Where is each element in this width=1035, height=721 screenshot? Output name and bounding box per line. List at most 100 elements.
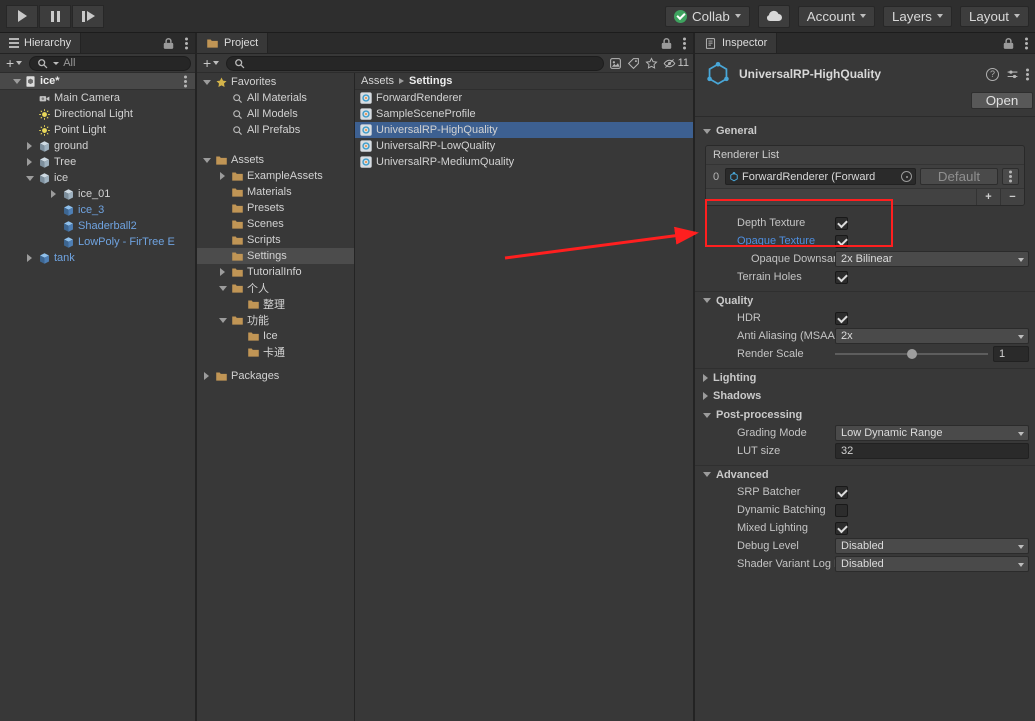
play-button[interactable] — [6, 5, 38, 28]
breadcrumb-current[interactable]: Settings — [409, 75, 452, 87]
search-by-type-icon[interactable] — [609, 57, 622, 70]
expand-arrow-icon[interactable] — [204, 372, 209, 380]
expand-arrow-icon[interactable] — [51, 190, 56, 198]
pause-button[interactable] — [39, 5, 71, 28]
section-quality[interactable]: Quality — [695, 291, 1035, 309]
element-menu-button[interactable] — [1002, 168, 1019, 185]
opaque-downsampling-dropdown[interactable]: 2x Bilinear — [835, 251, 1029, 267]
shader-variant-log-dropdown[interactable]: Disabled — [835, 556, 1029, 572]
collapse-arrow-icon[interactable] — [26, 176, 34, 181]
render-scale-value-field[interactable]: 1 — [993, 346, 1029, 362]
debug-level-dropdown[interactable]: Disabled — [835, 538, 1029, 554]
hierarchy-item-ice-3[interactable]: ice_3 — [0, 202, 195, 218]
hidden-items-counter[interactable]: 11 — [663, 57, 689, 70]
step-button[interactable] — [72, 5, 104, 28]
section-lighting[interactable]: Lighting — [695, 368, 1035, 386]
expand-arrow-icon[interactable] — [220, 172, 225, 180]
create-asset-button[interactable] — [201, 58, 221, 68]
tree-item-exampleassets[interactable]: ExampleAssets — [197, 168, 354, 184]
hierarchy-item-tree[interactable]: Tree — [0, 154, 195, 170]
expand-arrow-icon[interactable] — [220, 268, 225, 276]
tree-item-scenes[interactable]: Scenes — [197, 216, 354, 232]
hdr-checkbox[interactable] — [835, 312, 848, 325]
panel-menu-icon[interactable] — [1025, 42, 1028, 45]
tree-item-materials[interactable]: Materials — [197, 184, 354, 200]
grading-mode-dropdown[interactable]: Low Dynamic Range — [835, 425, 1029, 441]
section-shadows[interactable]: Shadows — [695, 387, 1035, 405]
expand-arrow-icon[interactable] — [27, 254, 32, 262]
saved-search-star-icon[interactable] — [645, 57, 658, 70]
lut-size-field[interactable]: 32 — [835, 443, 1029, 459]
tree-item-tutorialinfo[interactable]: TutorialInfo — [197, 264, 354, 280]
tree-item-all-models[interactable]: All Models — [197, 106, 354, 122]
presets-icon[interactable] — [1006, 68, 1019, 81]
expand-arrow-icon[interactable] — [27, 158, 32, 166]
hierarchy-search-input[interactable]: All — [29, 56, 191, 71]
layout-dropdown[interactable]: Layout — [960, 6, 1029, 27]
account-dropdown[interactable]: Account — [798, 6, 875, 27]
collapse-arrow-icon[interactable] — [219, 286, 227, 291]
scene-foldout-icon[interactable] — [13, 79, 21, 84]
section-post-processing[interactable]: Post-processing — [695, 406, 1035, 424]
tab-hierarchy[interactable]: Hierarchy — [0, 33, 81, 53]
hierarchy-item-lowpoly-firtree[interactable]: LowPoly - FirTree E — [0, 234, 195, 250]
project-search-input[interactable] — [226, 56, 603, 71]
create-object-button[interactable] — [4, 58, 24, 68]
depth-texture-checkbox[interactable] — [835, 217, 848, 230]
srp-batcher-checkbox[interactable] — [835, 486, 848, 499]
hierarchy-item-directional-light[interactable]: Directional Light — [0, 106, 195, 122]
scene-menu-icon[interactable] — [184, 80, 187, 83]
hierarchy-item-point-light[interactable]: Point Light — [0, 122, 195, 138]
collab-dropdown[interactable]: Collab — [665, 6, 750, 27]
tree-item-all-materials[interactable]: All Materials — [197, 90, 354, 106]
slider-handle[interactable] — [907, 349, 917, 359]
panel-menu-icon[interactable] — [683, 42, 686, 45]
remove-renderer-button[interactable] — [1000, 189, 1024, 205]
tab-inspector[interactable]: Inspector — [695, 33, 777, 53]
tree-item-presets[interactable]: Presets — [197, 200, 354, 216]
hierarchy-item-ice-01[interactable]: ice_01 — [0, 186, 195, 202]
add-renderer-button[interactable] — [976, 189, 1000, 205]
file-forwardrenderer[interactable]: ForwardRenderer — [355, 90, 693, 106]
lock-icon[interactable] — [162, 37, 175, 50]
anti-aliasing-dropdown[interactable]: 2x — [835, 328, 1029, 344]
search-filter-chevron-icon[interactable] — [53, 62, 59, 65]
tree-item-geren[interactable]: 个人 — [197, 280, 354, 296]
open-button[interactable]: Open — [971, 92, 1033, 109]
breadcrumb-root[interactable]: Assets — [361, 75, 394, 87]
dynamic-batching-checkbox[interactable] — [835, 504, 848, 517]
tree-item-all-prefabs[interactable]: All Prefabs — [197, 122, 354, 138]
mixed-lighting-checkbox[interactable] — [835, 522, 848, 535]
scene-header[interactable]: ice* — [0, 73, 195, 90]
panel-menu-icon[interactable] — [185, 42, 188, 45]
hierarchy-item-ground[interactable]: ground — [0, 138, 195, 154]
expand-arrow-icon[interactable] — [27, 142, 32, 150]
hierarchy-item-shaderball2[interactable]: Shaderball2 — [0, 218, 195, 234]
lock-icon[interactable] — [660, 37, 673, 50]
file-samplesceneprofile[interactable]: SampleSceneProfile — [355, 106, 693, 122]
tree-item-packages[interactable]: Packages — [197, 368, 354, 384]
file-universalrp-mediumquality[interactable]: UniversalRP-MediumQuality — [355, 154, 693, 170]
hierarchy-item-main-camera[interactable]: Main Camera — [0, 90, 195, 106]
tree-item-scripts[interactable]: Scripts — [197, 232, 354, 248]
tree-item-settings[interactable]: Settings — [197, 248, 354, 264]
set-default-button[interactable]: Default — [920, 168, 998, 185]
tree-item-favorites[interactable]: Favorites — [197, 74, 354, 90]
asset-menu-icon[interactable] — [1026, 73, 1029, 76]
renderer-object-field[interactable]: ForwardRenderer (Forward — [725, 168, 916, 185]
render-scale-slider[interactable] — [835, 346, 988, 362]
section-advanced[interactable]: Advanced — [695, 465, 1035, 483]
hierarchy-item-ice[interactable]: ice — [0, 170, 195, 186]
collapse-arrow-icon[interactable] — [203, 80, 211, 85]
object-picker-icon[interactable] — [901, 171, 912, 182]
lock-icon[interactable] — [1002, 37, 1015, 50]
tree-item-zhengli[interactable]: 整理 — [197, 296, 354, 312]
file-universalrp-highquality[interactable]: UniversalRP-HighQuality — [355, 122, 693, 138]
collapse-arrow-icon[interactable] — [219, 318, 227, 323]
opaque-texture-checkbox[interactable] — [835, 235, 848, 248]
tree-item-gongneng[interactable]: 功能 — [197, 312, 354, 328]
file-universalrp-lowquality[interactable]: UniversalRP-LowQuality — [355, 138, 693, 154]
help-icon[interactable] — [986, 68, 999, 81]
tree-item-katong[interactable]: 卡通 — [197, 344, 354, 360]
cloud-button[interactable] — [758, 5, 790, 28]
